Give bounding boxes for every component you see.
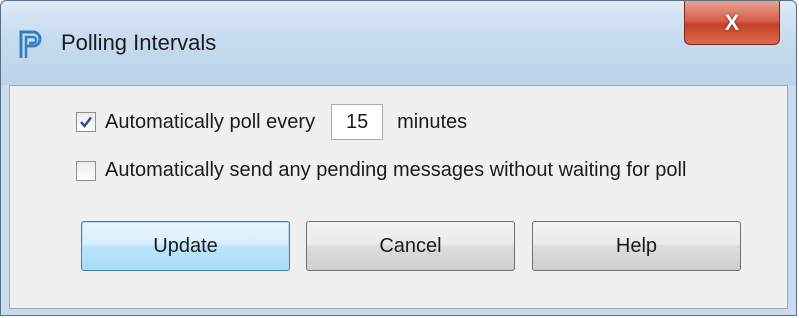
close-button[interactable]: X [684, 1, 780, 45]
minutes-label: minutes [397, 110, 468, 133]
poll-minutes-input[interactable] [331, 104, 384, 140]
help-button[interactable]: Help [532, 221, 741, 271]
auto-poll-label: Automatically poll every [105, 110, 316, 133]
dialog-body: Automatically poll every minutes Automat… [9, 85, 788, 309]
close-x-icon: X [724, 9, 740, 35]
update-button[interactable]: Update [81, 221, 290, 271]
auto-send-row: Automatically send any pending messages … [76, 159, 686, 182]
auto-poll-row: Automatically poll every minutes [76, 104, 467, 140]
auto-poll-checkbox[interactable] [76, 112, 96, 132]
auto-send-checkbox[interactable] [76, 160, 96, 181]
cancel-button[interactable]: Cancel [306, 221, 515, 271]
title-bar[interactable]: Polling Intervals X [1, 1, 796, 85]
polling-app-icon [18, 29, 44, 59]
window-title: Polling Intervals [61, 30, 217, 55]
dialog-window: Polling Intervals X Automatically poll e… [0, 0, 797, 316]
auto-send-label: Automatically send any pending messages … [105, 159, 687, 181]
checkmark-icon [80, 116, 92, 128]
